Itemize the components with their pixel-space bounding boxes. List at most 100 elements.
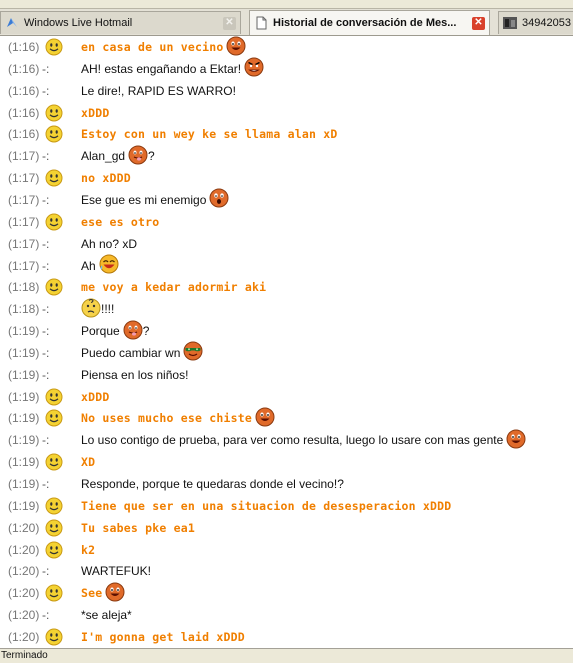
chat-message-row: (1:19) -: Porque? <box>0 320 573 342</box>
smiley-avatar-icon <box>43 626 65 648</box>
sender-marker: -: <box>42 258 50 273</box>
message-text-container: !!!! <box>81 298 114 321</box>
tab-label: 34942053 <box>522 17 571 29</box>
message-text-container: xDDD <box>81 106 110 120</box>
message-timestamp: (1:20) <box>8 608 40 623</box>
message-text: XD <box>81 455 96 470</box>
sender-marker: -: <box>42 477 50 491</box>
window-top-strip <box>0 0 573 9</box>
sender-marker: -: <box>42 192 50 207</box>
message-text-container: en casa de un vecino <box>81 36 246 59</box>
message-text: Tiene que ser en una situacion de desesp… <box>81 498 452 513</box>
confused-emoticon-icon <box>81 298 101 321</box>
smiley-avatar-icon <box>43 517 65 539</box>
chat-message-row: (1:20) Tu sabes pke ea1 <box>0 517 573 539</box>
message-text-container: xDDD <box>81 390 110 404</box>
windows-live-icon <box>5 16 19 30</box>
chat-message-row: (1:19) XD <box>0 451 573 473</box>
surprised-emoticon-icon <box>209 188 229 211</box>
chat-message-row: (1:16) Estoy con un wey ke se llama alan … <box>0 123 573 145</box>
message-text-container: No uses mucho ese chiste <box>81 407 275 430</box>
chat-message-row: (1:16) en casa de un vecino <box>0 36 573 58</box>
message-text: en casa de un vecino <box>81 40 224 54</box>
message-timestamp: (1:19) <box>8 411 40 426</box>
message-timestamp: (1:17) <box>8 258 40 273</box>
message-text: WARTEFUK! <box>81 564 152 579</box>
laugh-emoticon-icon <box>99 254 119 277</box>
sender-marker: -: <box>42 608 50 623</box>
message-text: xDDD <box>81 105 110 120</box>
status-text: Terminado <box>1 650 48 661</box>
close-tab-icon[interactable]: ✕ <box>472 16 485 30</box>
smiley-avatar-icon <box>43 123 65 145</box>
tab-chat-history[interactable]: Historial de conversación de Mes... ✕ <box>249 10 490 35</box>
message-timestamp: (1:19) <box>8 477 40 491</box>
thumbnail-icon <box>503 16 517 30</box>
smiley-avatar-icon <box>43 451 65 473</box>
chat-message-row: (1:17) no xDDD <box>0 167 573 189</box>
grin-emoticon-icon <box>255 407 275 430</box>
message-timestamp: (1:20) <box>8 564 40 579</box>
message-text: Piensa en los niños! <box>81 367 189 382</box>
tongue-emoticon-icon <box>128 145 148 168</box>
chat-message-row: (1:17) -: Ah <box>0 254 573 277</box>
chat-message-row: (1:17) -: Alan_gd? <box>0 145 573 167</box>
message-text-container: Ese gue es mi enemigo <box>81 188 229 211</box>
sender-marker: -: <box>42 83 50 98</box>
message-text: I'm gonna get laid xDDD <box>81 629 245 644</box>
message-text: Estoy con un wey ke se llama alan xD <box>81 127 338 142</box>
message-timestamp: (1:20) <box>8 520 40 535</box>
chat-message-row: (1:18) -:!!!! <box>0 298 573 320</box>
chat-message-row: (1:17) ese es otro <box>0 211 573 233</box>
chat-message-row: (1:19) xDDD <box>0 386 573 408</box>
tab-image[interactable]: 34942053 <box>498 11 573 34</box>
message-text-container: me voy a kedar adormir aki <box>81 280 266 294</box>
chat-message-row: (1:20) k2 <box>0 539 573 561</box>
message-text-container: Estoy con un wey ke se llama alan xD <box>81 127 337 141</box>
smiley-avatar-icon <box>43 407 65 429</box>
smiley-avatar-icon <box>43 386 65 408</box>
message-text: Tu sabes pke ea1 <box>81 520 195 535</box>
close-tab-icon[interactable]: ✕ <box>223 16 236 30</box>
status-bar: Terminado <box>0 648 573 663</box>
sender-marker: -: <box>42 433 50 448</box>
message-text: Ese gue es mi enemigo <box>81 192 207 207</box>
message-suffix: !!!! <box>101 302 115 317</box>
smiley-avatar-icon <box>43 539 65 561</box>
chat-message-row: (1:16) xDDD <box>0 102 573 124</box>
message-text: k2 <box>81 542 96 557</box>
message-timestamp: (1:17) <box>8 192 40 207</box>
message-timestamp: (1:18) <box>8 280 40 295</box>
message-timestamp: (1:16) <box>8 61 40 76</box>
message-text-container: Puedo cambiar wn <box>81 341 203 364</box>
message-timestamp: (1:16) <box>8 83 40 98</box>
tab-windows-live-hotmail[interactable]: Windows Live Hotmail ✕ <box>0 11 241 34</box>
message-text-container: WARTEFUK! <box>81 564 151 578</box>
message-timestamp: (1:19) <box>8 455 40 470</box>
sender-marker: -: <box>42 324 50 339</box>
page-icon <box>254 16 268 30</box>
smiley-avatar-icon <box>43 102 65 124</box>
chat-message-row: (1:19) -: Responde, porque te quedaras don… <box>0 473 573 495</box>
tab-label: Windows Live Hotmail <box>24 17 133 29</box>
smiley-avatar-icon <box>43 276 65 298</box>
message-suffix: ? <box>148 149 155 164</box>
message-timestamp: (1:18) <box>8 302 40 317</box>
grin-emoticon-icon <box>105 582 125 605</box>
message-text-container: Ah no? xD <box>81 237 137 251</box>
chat-log: (1:16) en casa de un vecino (1:16) -: AH! es… <box>0 36 573 648</box>
message-text-container: Porque? <box>81 320 149 343</box>
message-text-container: Tu sabes pke ea1 <box>81 521 195 535</box>
message-text: *se aleja* <box>81 608 132 623</box>
smiley-avatar-icon <box>43 211 65 233</box>
message-text-container: Alan_gd? <box>81 145 155 168</box>
message-timestamp: (1:19) <box>8 389 40 404</box>
message-timestamp: (1:17) <box>8 214 40 229</box>
chat-message-row: (1:19) No uses mucho ese chiste <box>0 407 573 429</box>
chat-message-row: (1:19) -: Piensa en los niños! <box>0 364 573 386</box>
message-text-container: AH! estas engañando a Ektar! <box>81 57 264 80</box>
chat-message-row: (1:20) I'm gonna get laid xDDD <box>0 626 573 648</box>
message-suffix: ? <box>142 324 150 339</box>
sender-marker: -: <box>42 302 50 317</box>
message-text-container: *se aleja* <box>81 608 132 622</box>
